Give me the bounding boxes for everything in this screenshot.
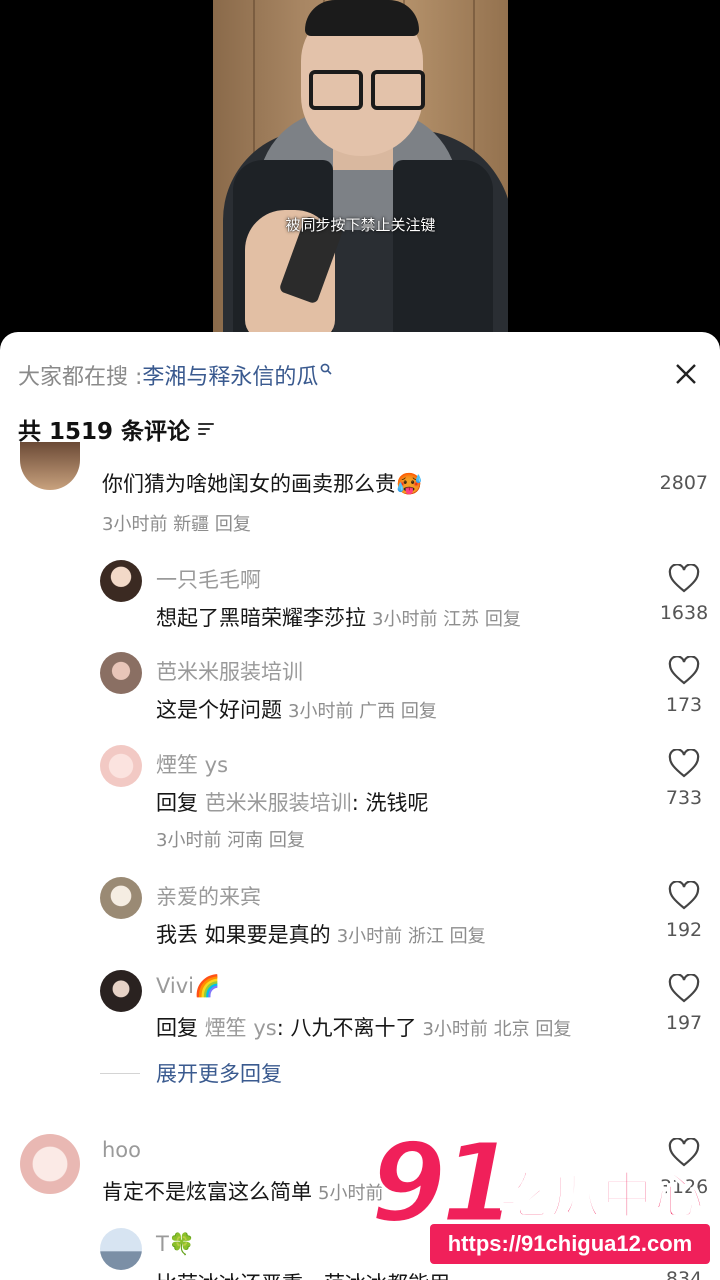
- comment-author[interactable]: Vivi🌈: [156, 974, 220, 999]
- heart-icon[interactable]: [668, 656, 700, 686]
- comment-text: 肯定不是炫富这么简单 5小时前: [102, 1180, 384, 1204]
- comment-author[interactable]: 芭米米服装培训: [156, 656, 303, 686]
- like-count: 192: [665, 919, 703, 941]
- like-count: 1638: [659, 602, 709, 624]
- comment-text: 我丢 如果要是真的 3小时前 浙江 回复: [156, 923, 486, 947]
- comment-author[interactable]: T🍀: [156, 1232, 195, 1257]
- watermark-url: https://91chigua12.com: [430, 1224, 710, 1264]
- close-button[interactable]: [666, 354, 706, 394]
- avatar[interactable]: [100, 652, 142, 694]
- like-count: 733: [665, 787, 703, 809]
- comment-text: 回复 煙笙 ys: 八九不离十了 3小时前 北京 回复: [156, 1016, 572, 1040]
- avatar[interactable]: [100, 970, 142, 1012]
- expand-replies-button[interactable]: 展开更多回复: [100, 1058, 282, 1088]
- site-watermark: 91 吃瓜中心 https://91chigua12.com: [368, 1119, 715, 1278]
- comment-text: 想起了黑暗荣耀李莎拉 3小时前 江苏 回复: [156, 606, 521, 630]
- watermark-logo: 91: [368, 1119, 518, 1247]
- like-count: 173: [665, 694, 703, 716]
- comment-meta[interactable]: 3小时前 北京 回复: [422, 1019, 571, 1040]
- trending-search[interactable]: 大家都在搜 : 李湘与释永信的瓜: [18, 358, 332, 392]
- like-count: 197: [665, 1012, 703, 1034]
- comment-author[interactable]: hoo: [102, 1138, 141, 1162]
- like-count: 2807: [659, 472, 708, 494]
- video-subtitle: 被同步按下禁止关注键: [285, 216, 436, 234]
- heart-icon[interactable]: [668, 564, 700, 594]
- comment-count: 共 1519 条评论: [18, 419, 191, 445]
- search-icon: [320, 360, 332, 379]
- comment-meta[interactable]: 3小时前 河南 回复: [156, 826, 305, 852]
- comment-author[interactable]: 煙笙 ys: [156, 749, 228, 779]
- heart-icon[interactable]: [668, 881, 700, 911]
- comment-meta[interactable]: 3小时前 浙江 回复: [337, 926, 486, 947]
- trending-search-topic[interactable]: 李湘与释永信的瓜: [142, 359, 318, 391]
- avatar[interactable]: [100, 877, 142, 919]
- comment-meta[interactable]: 3小时前 江苏 回复: [372, 609, 521, 630]
- heart-icon[interactable]: [668, 749, 700, 779]
- video-player[interactable]: 被同步按下禁止关注键: [0, 0, 720, 340]
- comment-text: 这是个好问题 3小时前 广西 回复: [156, 698, 437, 722]
- avatar[interactable]: [20, 442, 80, 490]
- comment-text: 回复 芭米米服装培训: 洗钱呢: [156, 791, 429, 815]
- watermark-title: 吃瓜中心: [497, 1166, 706, 1226]
- avatar[interactable]: [100, 745, 142, 787]
- comment-text: 你们猜为啥她闺女的画卖那么贵🥵: [102, 472, 423, 496]
- comment-meta[interactable]: 3小时前 广西 回复: [288, 701, 437, 722]
- reply-target[interactable]: 芭米米服装培训: [205, 791, 352, 815]
- comment-author[interactable]: 亲爱的来宾: [156, 881, 261, 911]
- video-frame: 被同步按下禁止关注键: [213, 0, 508, 340]
- heart-icon[interactable]: [668, 974, 700, 1004]
- sort-icon[interactable]: [198, 423, 215, 435]
- avatar[interactable]: [20, 1134, 80, 1194]
- expand-replies-label: 展开更多回复: [156, 1062, 282, 1086]
- reply-target[interactable]: 煙笙 ys: [205, 1016, 277, 1040]
- comment-meta[interactable]: 3小时前 新疆 回复: [102, 510, 251, 536]
- avatar[interactable]: [100, 1228, 142, 1270]
- comment-count-row: 共 1519 条评论: [18, 412, 215, 446]
- comment-author[interactable]: 一只毛毛啊: [156, 564, 261, 594]
- avatar[interactable]: [100, 560, 142, 602]
- divider: [100, 1072, 140, 1074]
- close-icon: [676, 364, 696, 384]
- trending-search-prefix: 大家都在搜 :: [18, 365, 143, 390]
